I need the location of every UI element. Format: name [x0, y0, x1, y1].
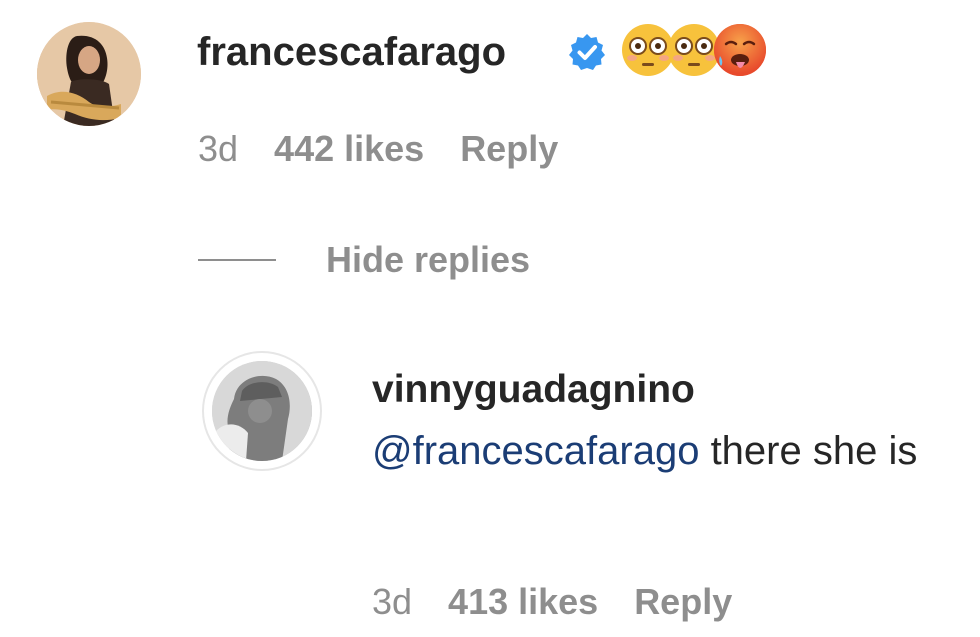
reply-meta: 3d 413 likes Reply [372, 579, 732, 625]
hide-replies-line [198, 259, 276, 261]
hide-replies-button[interactable]: Hide replies [198, 237, 530, 283]
hide-replies-label: Hide replies [326, 239, 531, 280]
hot-face-icon [714, 24, 766, 76]
reply-likes[interactable]: 413 likes [448, 579, 598, 625]
comment-thread: francescafarago 3d 442 likes Reply Hide … [0, 0, 980, 637]
comment-reply-button[interactable]: Reply [460, 126, 558, 172]
profile-photo-icon [212, 361, 312, 461]
reply-reply-button[interactable]: Reply [634, 579, 732, 625]
profile-photo-icon [212, 361, 312, 461]
verified-badge-icon [569, 34, 605, 70]
comment-username[interactable]: francescafarago [197, 26, 506, 78]
reply-text: @francescafarago there she is [372, 422, 932, 480]
reply-mention-link[interactable]: @francescafarago [372, 429, 699, 473]
reply-timestamp[interactable]: 3d [372, 579, 412, 625]
reply-username[interactable]: vinnyguadagnino [372, 366, 695, 414]
comment-meta: 3d 442 likes Reply [198, 126, 558, 172]
avatar-vinnyguadagnino[interactable] [202, 351, 322, 471]
comment-emojis [620, 22, 770, 82]
reply-body: there she is [699, 429, 918, 473]
profile-photo-icon [37, 22, 141, 126]
comment-likes[interactable]: 442 likes [274, 126, 424, 172]
comment-timestamp[interactable]: 3d [198, 126, 238, 172]
avatar-francescafarago[interactable] [37, 22, 141, 126]
